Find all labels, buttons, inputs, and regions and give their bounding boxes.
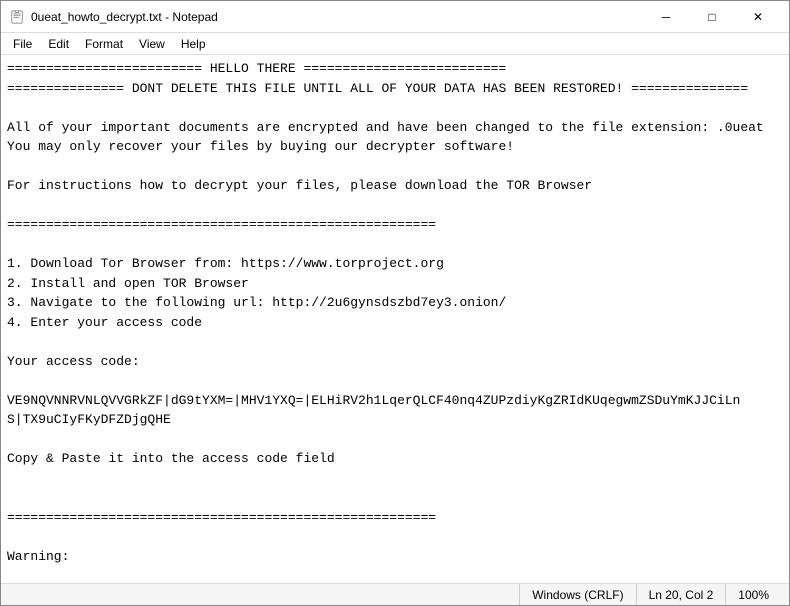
notepad-icon bbox=[9, 9, 25, 25]
minimize-button[interactable]: ─ bbox=[643, 1, 689, 33]
notepad-window: 0ueat_howto_decrypt.txt - Notepad ─ □ ✕ … bbox=[0, 0, 790, 606]
status-empty bbox=[9, 584, 520, 605]
title-bar: 0ueat_howto_decrypt.txt - Notepad ─ □ ✕ bbox=[1, 1, 789, 33]
content-wrapper: 0ueat bbox=[1, 55, 789, 583]
window-title: 0ueat_howto_decrypt.txt - Notepad bbox=[31, 10, 643, 24]
menu-bar: File Edit Format View Help bbox=[1, 33, 789, 55]
menu-format[interactable]: Format bbox=[77, 35, 131, 53]
status-bar: Windows (CRLF) Ln 20, Col 2 100% bbox=[1, 583, 789, 605]
menu-edit[interactable]: Edit bbox=[40, 35, 77, 53]
menu-file[interactable]: File bbox=[5, 35, 40, 53]
status-encoding: Windows (CRLF) bbox=[520, 584, 636, 605]
menu-view[interactable]: View bbox=[131, 35, 173, 53]
status-position: Ln 20, Col 2 bbox=[637, 584, 727, 605]
menu-help[interactable]: Help bbox=[173, 35, 214, 53]
status-zoom: 100% bbox=[726, 584, 781, 605]
maximize-button[interactable]: □ bbox=[689, 1, 735, 33]
text-editor[interactable] bbox=[1, 55, 789, 583]
window-controls: ─ □ ✕ bbox=[643, 1, 781, 33]
close-button[interactable]: ✕ bbox=[735, 1, 781, 33]
